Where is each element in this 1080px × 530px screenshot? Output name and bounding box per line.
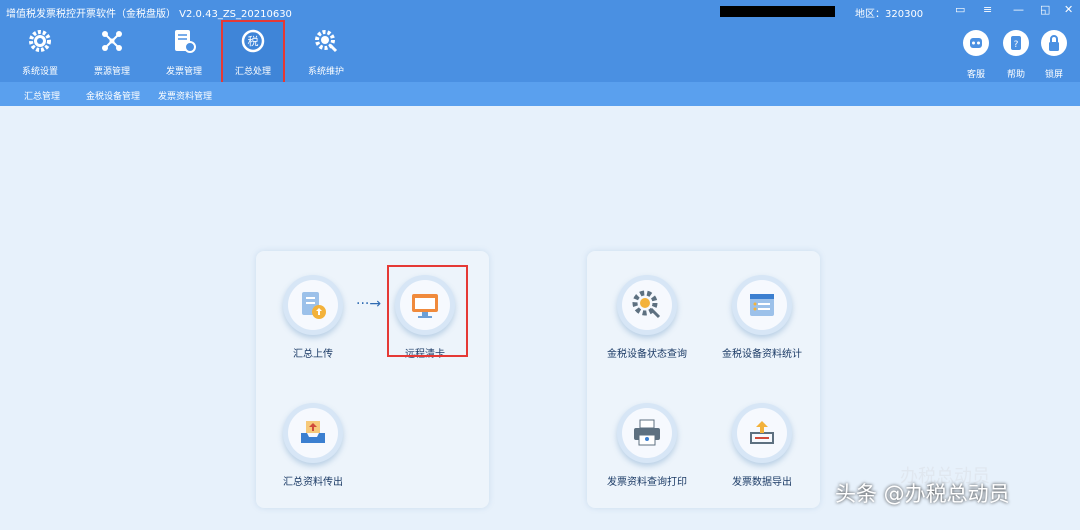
menu-icon[interactable]: ≡	[983, 3, 992, 16]
redacted-info	[720, 6, 835, 17]
toolbar-label: 系统设置	[21, 67, 58, 77]
export-tray-icon	[301, 421, 325, 443]
region-label: 地区：320300	[855, 9, 924, 20]
toolbar-system-maintenance[interactable]: 系统维护	[296, 22, 356, 82]
card-invoice-data-export[interactable]: 发票数据导出	[712, 403, 812, 488]
title-bar: 增值税发票税控开票软件（金税盘版） V2.0.43_ZS_20210630 地区…	[0, 0, 1080, 22]
customer-service-button[interactable]	[963, 30, 989, 56]
help-button[interactable]: ?	[1003, 30, 1029, 56]
sub-navigation: 汇总管理 金税设备管理 发票资料管理	[0, 82, 1080, 106]
card-device-data-statistics[interactable]: 金税设备资料统计	[712, 275, 812, 360]
card-icon-circle	[617, 403, 677, 463]
card-label: 汇总上传	[293, 349, 333, 360]
card-summary-export[interactable]: 汇总资料传出	[263, 403, 363, 488]
calendar-list-icon	[750, 294, 774, 316]
customer-service-label: 客服	[966, 70, 985, 80]
main-toolbar: 系统设置 票源管理 发票管理 税 汇总处理 系统维护 客服 ? 帮助 锁屏	[0, 20, 1080, 84]
toolbar-system-settings[interactable]: 系统设置	[10, 22, 70, 82]
watermark: 头条 @办税总动员	[835, 482, 1010, 506]
card-label: 金税设备状态查询	[607, 349, 687, 360]
gear-search-icon	[632, 290, 661, 319]
window-title: 增值税发票税控开票软件（金税盘版） V2.0.43_ZS_20210630	[6, 9, 292, 20]
card-icon-circle	[732, 403, 792, 463]
help-icon: ?	[1011, 36, 1021, 50]
maintenance-icon	[315, 30, 338, 53]
toolbar-summary-processing[interactable]: 税 汇总处理	[221, 20, 285, 84]
toolbar-label: 票源管理	[93, 67, 130, 77]
feedback-icon[interactable]: ▭	[955, 3, 965, 16]
export-upload-icon	[750, 421, 774, 444]
upload-document-icon	[302, 292, 326, 319]
restore-icon[interactable]: ◱	[1040, 3, 1050, 16]
card-summary-upload[interactable]: 汇总上传	[263, 275, 363, 360]
card-label: 发票资料查询打印	[607, 477, 687, 488]
minimize-icon[interactable]: —	[1013, 3, 1024, 16]
network-icon	[102, 31, 122, 51]
toolbar-invoice-management[interactable]: 发票管理	[154, 22, 214, 82]
card-icon-circle	[617, 275, 677, 335]
card-invoice-query-print[interactable]: 发票资料查询打印	[597, 403, 697, 488]
subnav-invoice-data-management[interactable]: 发票资料管理	[158, 89, 212, 102]
toolbar-label: 系统维护	[307, 67, 344, 77]
highlight-box	[387, 265, 468, 357]
lock-screen-label: 锁屏	[1044, 70, 1063, 80]
subnav-device-management[interactable]: 金税设备管理	[86, 89, 140, 102]
help-label: 帮助	[1006, 70, 1025, 80]
svg-text:税: 税	[248, 34, 259, 48]
robot-icon	[970, 38, 982, 48]
card-icon-circle	[283, 403, 343, 463]
printer-icon	[634, 419, 660, 446]
card-label: 汇总资料传出	[283, 477, 343, 488]
card-device-status-query[interactable]: 金税设备状态查询	[597, 275, 697, 360]
subnav-summary-management[interactable]: 汇总管理	[24, 89, 60, 102]
lock-screen-button[interactable]	[1041, 30, 1067, 56]
lock-icon	[1049, 35, 1059, 51]
tax-summary-icon: 税	[241, 29, 265, 53]
invoice-icon	[175, 30, 196, 53]
svg-text:?: ?	[1014, 40, 1019, 50]
gear-icon	[29, 30, 51, 52]
card-icon-circle	[732, 275, 792, 335]
card-label: 发票数据导出	[732, 477, 792, 488]
card-icon-circle	[283, 275, 343, 335]
card-label: 金税设备资料统计	[722, 349, 802, 360]
toolbar-label: 汇总处理	[234, 67, 271, 77]
close-icon[interactable]: ✕	[1064, 3, 1073, 16]
toolbar-label: 发票管理	[165, 67, 202, 77]
toolbar-ticket-source[interactable]: 票源管理	[82, 22, 142, 82]
